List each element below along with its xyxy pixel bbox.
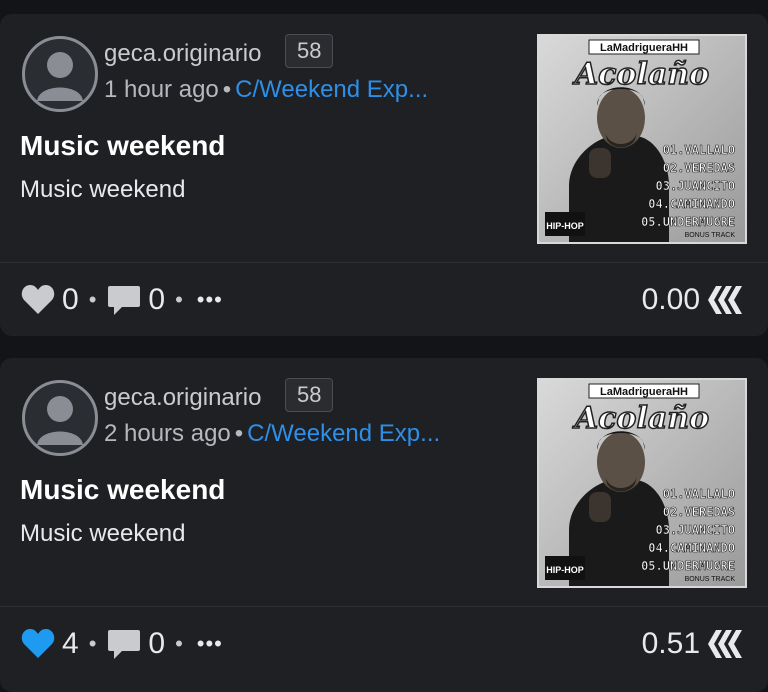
post-actions: 4 • 0 • ••• [20,624,223,664]
user-icon [37,52,83,101]
post-meta: 1 hour ago • C/Weekend Exp... [104,76,428,104]
track-5: 05.UNDERMUGRE [641,559,735,573]
avatar[interactable] [22,380,98,456]
hive-icon [708,630,742,658]
album-cover-image: LaMadrigueraHH Acolaño 01.VALLALO 02.VER… [539,380,745,586]
more-icon[interactable]: ••• [197,287,223,313]
separator: • [88,287,97,312]
like-count: 0 [62,283,79,316]
reputation-badge: 58 [285,378,334,412]
user-icon [37,396,83,445]
community-link[interactable]: C/Weekend Exp... [247,420,440,447]
separator: • [175,631,183,656]
bonus-label: BONUS TRACK [685,576,736,583]
cover-title: Acolaño [572,57,709,92]
avatar[interactable] [22,36,98,112]
payout[interactable]: 0.00 [642,280,746,320]
post-thumbnail[interactable]: LaMadrigueraHH Acolaño 01.VALLALO 02.VER… [537,378,747,588]
cover-header: LaMadrigueraHH [600,42,688,54]
track-2: 02.VEREDAS [663,505,735,519]
separator: • [234,420,244,447]
track-4: 04.CAMINANDO [648,197,735,211]
track-3: 03.JUANCITO [656,523,735,537]
heart-icon[interactable] [20,627,56,661]
card-divider [0,262,768,263]
heart-icon[interactable] [20,283,56,317]
comment-icon[interactable] [106,283,142,317]
payout[interactable]: 0.51 [642,624,746,664]
more-icon[interactable]: ••• [197,631,223,657]
post-actions: 0 • 0 • ••• [20,280,223,320]
card-divider [0,606,768,607]
track-2: 02.VEREDAS [663,161,735,175]
reputation-badge: 58 [285,34,334,68]
track-3: 03.JUANCITO [656,179,735,193]
post-time: 2 hours ago [104,420,231,447]
payout-value: 0.00 [641,283,700,316]
separator: • [175,287,183,312]
author-name[interactable]: geca.originario [104,40,261,68]
cover-header: LaMadrigueraHH [600,386,688,398]
like-count: 4 [62,627,79,660]
post-title[interactable]: Music weekend [20,130,225,162]
post-title[interactable]: Music weekend [20,474,225,506]
album-cover-image: LaMadrigueraHH Acolaño 01.VALLALO 02.VER… [539,36,745,242]
post-meta: 2 hours ago • C/Weekend Exp... [104,420,440,448]
separator: • [88,631,97,656]
cover-title: Acolaño [572,401,709,436]
author-name[interactable]: geca.originario [104,384,261,412]
comment-count: 0 [148,283,166,316]
hiphop-badge: HIP-HOP [546,221,584,231]
post-card[interactable]: geca.originario 58 2 hours ago • C/Weekend… [0,358,768,692]
payout-value: 0.51 [641,627,700,660]
separator: • [222,76,232,103]
community-link[interactable]: C/Weekend Exp... [235,76,428,103]
bonus-label: BONUS TRACK [685,232,736,239]
post-summary[interactable]: Music weekend [20,520,185,548]
post-summary[interactable]: Music weekend [20,176,185,204]
post-time: 1 hour ago [104,76,219,103]
hiphop-badge: HIP-HOP [546,565,584,575]
post-card[interactable]: geca.originario 58 1 hour ago • C/Weekend … [0,14,768,336]
post-thumbnail[interactable]: LaMadrigueraHH Acolaño 01.VALLALO 02.VER… [537,34,747,244]
comment-icon[interactable] [106,627,142,661]
track-4: 04.CAMINANDO [648,541,735,555]
track-1: 01.VALLALO [663,487,735,501]
comment-count: 0 [148,627,166,660]
hive-icon [708,286,742,314]
track-5: 05.UNDERMUGRE [641,215,735,229]
track-1: 01.VALLALO [663,143,735,157]
